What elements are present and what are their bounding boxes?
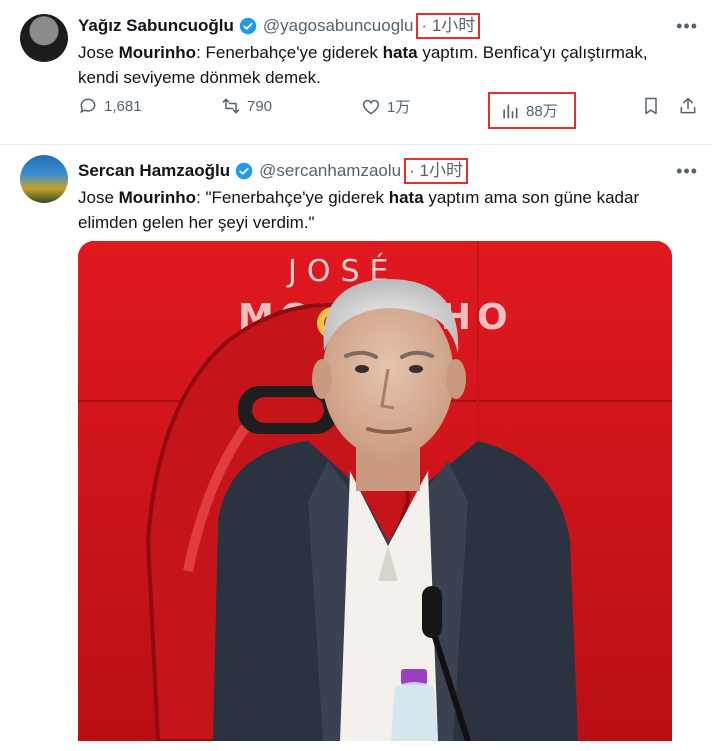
avatar[interactable]: [20, 155, 68, 203]
tweet-text: Jose Mourinho: Fenerbahçe'ye giderek hat…: [78, 43, 648, 87]
author-handle[interactable]: @sercanhamzaolu: [259, 161, 401, 181]
author-handle[interactable]: @yagosabuncuoglu: [263, 16, 414, 36]
retweet-button[interactable]: 790: [221, 96, 272, 116]
tweet-1[interactable]: Yağız Sabuncuoğlu @yagosabuncuoglu · 1小时…: [0, 0, 712, 145]
view-count: 88万: [526, 103, 558, 120]
like-icon: [362, 99, 380, 115]
time-separator: ·: [421, 16, 428, 35]
reply-button[interactable]: 1,681: [78, 96, 142, 116]
share-icon: [680, 97, 696, 114]
press-conference-photo: JOSÉ MOURINHO: [78, 241, 672, 741]
tweet-2[interactable]: Sercan Hamzaoğlu @sercanhamzaolu · 1小时 •…: [0, 145, 712, 751]
reply-count: 1,681: [104, 97, 142, 115]
timestamp[interactable]: · 1小时: [404, 158, 468, 184]
like-button[interactable]: 1万: [361, 96, 410, 117]
verified-badge-icon: [239, 17, 257, 35]
views-icon: [503, 103, 518, 118]
views-button[interactable]: 88万: [488, 92, 576, 129]
tweet-text: Jose Mourinho: "Fenerbahçe'ye giderek ha…: [78, 188, 640, 232]
tweet-header: Sercan Hamzaoğlu @sercanhamzaolu · 1小时: [78, 158, 696, 184]
like-count: 1万: [387, 99, 411, 116]
author-name[interactable]: Yağız Sabuncuoğlu: [78, 16, 234, 36]
tweet-header: Yağız Sabuncuoğlu @yagosabuncuoglu · 1小时: [78, 13, 696, 39]
timestamp[interactable]: · 1小时: [416, 13, 481, 39]
bookmark-icon: [645, 97, 657, 115]
tweet-actions: 1,681 790 1万 88万: [78, 92, 696, 130]
retweet-icon: [222, 98, 240, 114]
reply-icon: [80, 98, 96, 114]
retweet-count: 790: [247, 97, 273, 115]
more-icon[interactable]: •••: [676, 161, 698, 182]
time-separator: ·: [409, 161, 415, 180]
tweet-media-photo[interactable]: JOSÉ MOURINHO: [78, 241, 672, 741]
time-label: 1小时: [431, 16, 476, 35]
more-icon[interactable]: •••: [676, 16, 698, 37]
time-label: 1小时: [419, 161, 463, 180]
verified-badge-icon: [235, 162, 253, 180]
share-button[interactable]: [678, 96, 704, 116]
avatar[interactable]: [20, 14, 68, 62]
bookmark-button[interactable]: [641, 96, 667, 116]
author-name[interactable]: Sercan Hamzaoğlu: [78, 161, 230, 181]
